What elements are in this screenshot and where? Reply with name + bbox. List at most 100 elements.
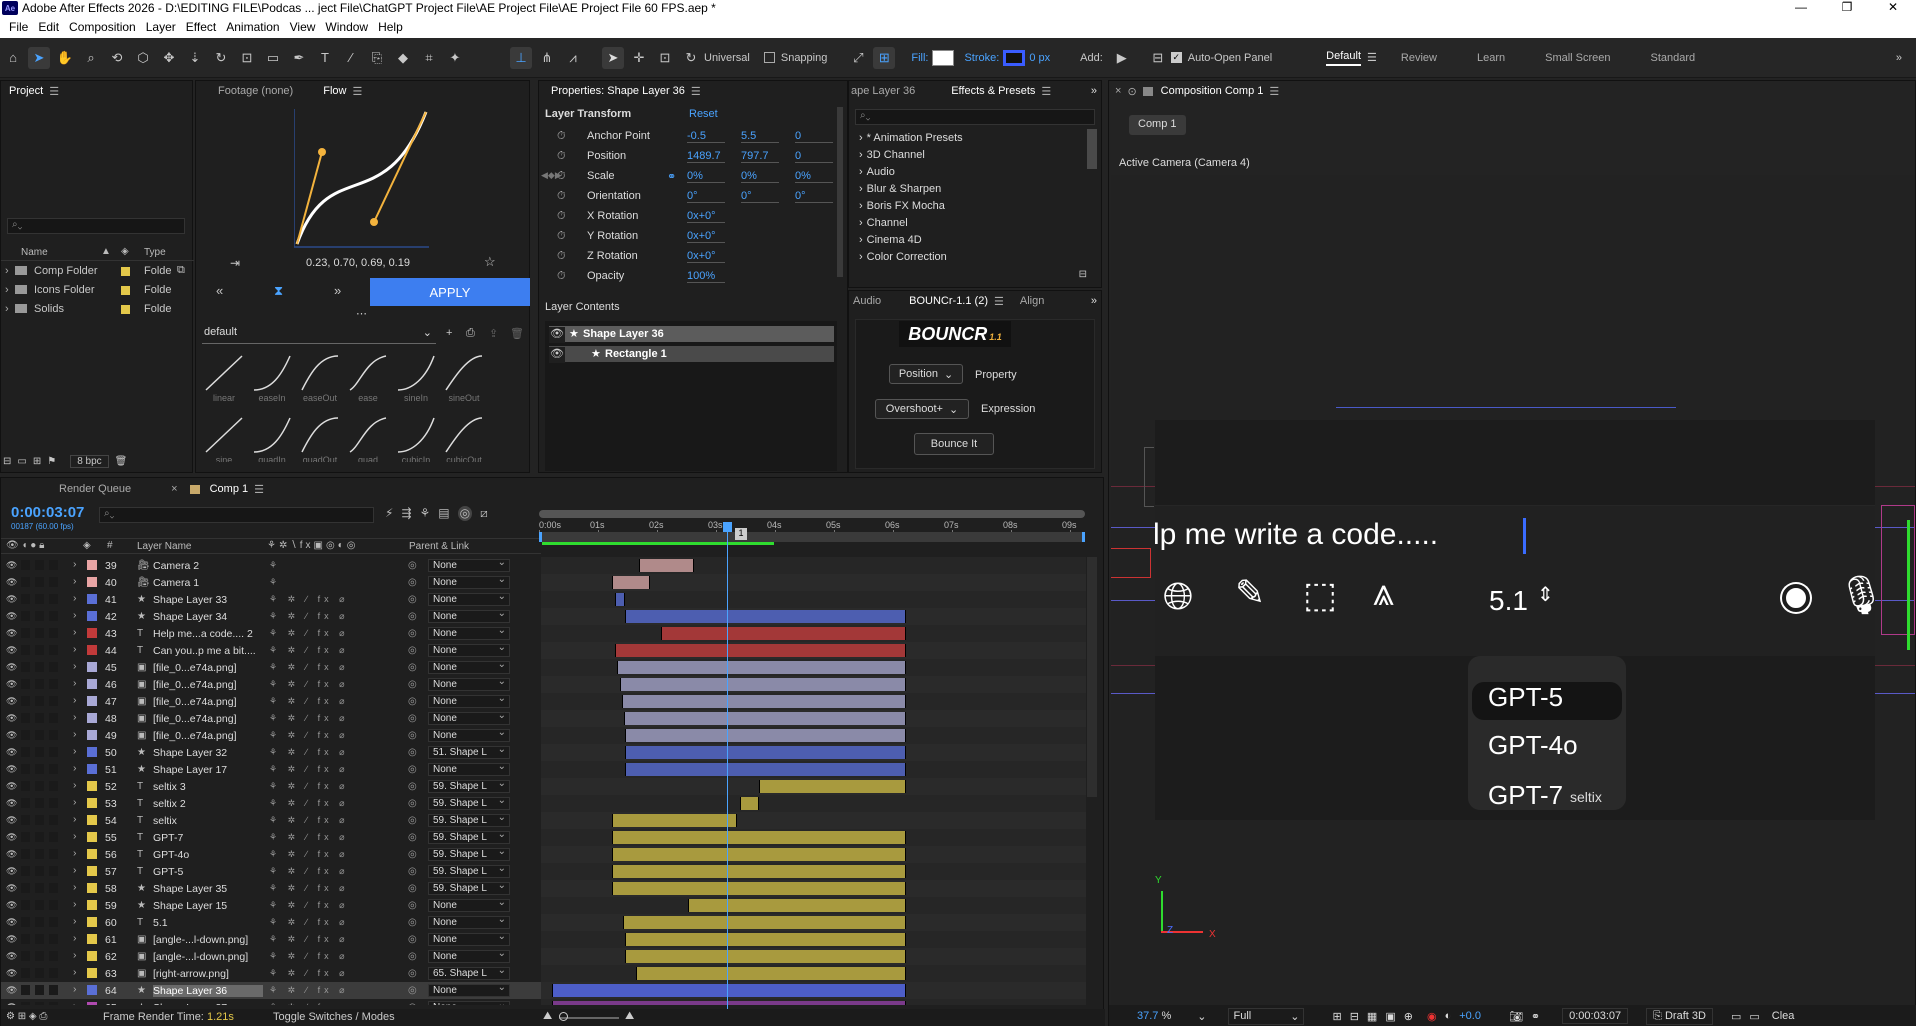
layer-duration-bar[interactable] <box>625 950 907 963</box>
layer-row[interactable]: 👁︎ › 50 ★ Shape Layer 32 ⚘ ✲ ∕ fx ⌀ ◎ 51. Shape… <box>1 744 1086 761</box>
solo-box[interactable] <box>21 815 30 825</box>
eye-icon[interactable]: 👁︎ <box>6 628 17 639</box>
layer-duration-bar[interactable] <box>617 661 907 674</box>
solo-box[interactable] <box>21 594 30 604</box>
layer-name[interactable]: [file_0...e74a.png] <box>153 679 263 691</box>
easing-curve[interactable] <box>444 354 484 392</box>
apply-button[interactable]: APPLY <box>370 278 530 306</box>
layer-switches[interactable]: ⚘ ✲ ∕ fx ⌀ <box>269 934 349 945</box>
label-swatch[interactable] <box>87 764 97 774</box>
panel-menu-icon[interactable]: ☰ <box>254 483 264 496</box>
lock-box[interactable] <box>35 934 44 944</box>
exposure-icon[interactable]: ◐ <box>1445 1010 1452 1022</box>
layer-name[interactable]: Shape Layer 33 <box>153 594 263 606</box>
shy-box[interactable] <box>49 764 58 774</box>
pickwhip-icon[interactable]: ◎ <box>408 764 417 775</box>
layer-switches[interactable]: ⚘ ✲ ∕ fx ⌀ <box>269 849 349 860</box>
lock-box[interactable] <box>35 662 44 672</box>
expand-icon[interactable]: › <box>73 881 77 893</box>
effects-item[interactable]: › Boris FX Mocha <box>849 197 1089 214</box>
solo-box[interactable] <box>21 730 30 740</box>
lock-box[interactable] <box>35 985 44 995</box>
layer-name[interactable]: Shape Layer 35 <box>153 883 263 895</box>
panel-menu-icon[interactable]: ☰ <box>352 85 362 98</box>
solo-box[interactable] <box>21 696 30 706</box>
new-comp-icon[interactable]: ⊞ <box>33 456 41 467</box>
current-timecode[interactable]: 0:00:03:07 <box>11 504 84 521</box>
label-swatch[interactable] <box>87 781 97 791</box>
pickwhip-icon[interactable]: ◎ <box>408 747 417 758</box>
stopwatch-icon[interactable]: ⏱︎ <box>557 130 566 143</box>
pickwhip-icon[interactable]: ◎ <box>408 798 417 809</box>
parent-select[interactable]: None <box>428 999 510 1005</box>
label-swatch[interactable] <box>87 611 97 621</box>
property-row[interactable]: ⏱︎ ◀◆▶ ⚭ Scale 0% 0% 0% <box>539 168 839 186</box>
layer-name[interactable]: [angle-...l-down.png] <box>153 951 263 963</box>
layer-name[interactable]: Shape Layer 15 <box>153 900 263 912</box>
parent-select[interactable]: 59. Shape L <box>428 778 510 793</box>
pickwhip-icon[interactable]: ◎ <box>408 900 417 911</box>
property-value-3[interactable]: 0 <box>795 150 833 163</box>
eye-icon[interactable]: 👁︎ <box>6 764 17 775</box>
lock-box[interactable] <box>35 781 44 791</box>
effects-item[interactable]: › Color Correction <box>849 248 1089 265</box>
shy-box[interactable] <box>49 917 58 927</box>
shy-box[interactable] <box>49 730 58 740</box>
close-icon[interactable]: ✕ <box>1870 0 1916 14</box>
layer-duration-bar[interactable] <box>614 593 626 606</box>
parent-select[interactable]: None <box>428 982 510 997</box>
overflow-icon[interactable]: » <box>1091 295 1097 307</box>
layer-row[interactable]: 👁︎ › 44 T Can you..p me a bit.... ⚘ ✲ ∕ fx ⌀ ◎… <box>1 642 1086 659</box>
solo-box[interactable] <box>21 883 30 893</box>
eye-icon[interactable]: 👁︎ <box>6 968 17 979</box>
layer-row[interactable]: 👁︎ › 63 ▣ [right-arrow.png] ⚘ ✲ ∕ fx ⌀ ◎ 65. Sh… <box>1 965 1086 982</box>
delete-icon[interactable]: 🗑 <box>510 327 524 340</box>
layer-row[interactable]: 👁︎ › 46 ▣ [file_0...e74a.png] ⚘ ✲ ∕ fx ⌀ ◎ None <box>1 676 1086 693</box>
eye-icon[interactable]: 👁︎ <box>6 832 17 843</box>
parent-select[interactable]: 59. Shape L <box>428 795 510 810</box>
export-icon[interactable]: ⇪ <box>489 327 498 340</box>
tab-align[interactable]: Align <box>1020 295 1044 307</box>
bezier-curve-graph[interactable] <box>294 109 429 249</box>
selection-mode-icon[interactable]: ➤ <box>602 46 624 69</box>
expand-icon[interactable]: › <box>73 949 77 961</box>
tab-render-queue[interactable]: Render Queue <box>59 483 131 495</box>
property-value-1[interactable]: 0x+0° <box>687 250 725 263</box>
label-swatch[interactable] <box>87 798 97 808</box>
easing-curve[interactable] <box>204 354 244 392</box>
stopwatch-icon[interactable]: ⏱︎ <box>557 250 566 263</box>
expand-icon[interactable]: › <box>73 762 77 774</box>
overshoot-select[interactable]: Overshoot+ ⌄ <box>875 399 969 419</box>
layer-switches[interactable]: ⚘ ✲ ∕ fx ⌀ <box>269 764 349 775</box>
snapshot-icon[interactable]: 📷︎ <box>1509 1010 1523 1023</box>
eye-icon[interactable]: 👁︎ <box>6 577 17 588</box>
parent-select[interactable]: None <box>428 625 510 640</box>
label-swatch[interactable] <box>87 985 97 995</box>
list-item[interactable]: › Comp Folder Folde ⧉ <box>1 263 194 281</box>
lock-box[interactable] <box>35 968 44 978</box>
solo-box[interactable] <box>21 611 30 621</box>
parent-select[interactable]: None <box>428 693 510 708</box>
easing-curve[interactable] <box>348 354 388 392</box>
stroke-width[interactable]: 0 px <box>1029 52 1050 64</box>
expand-icon[interactable]: › <box>73 558 77 570</box>
expand-icon[interactable]: › <box>73 575 77 587</box>
guide-icon[interactable]: ⊕ <box>1404 1010 1413 1023</box>
layer-switches[interactable]: ⚘ ✲ ∕ fx ⌀ <box>269 883 349 894</box>
graph-editor-icon[interactable]: ⧄ <box>480 506 488 521</box>
type-tool-icon[interactable]: T <box>314 47 336 69</box>
layer-row[interactable]: 👁︎ › 62 ▣ [angle-...l-down.png] ⚘ ✲ ∕ fx ⌀ ◎ No… <box>1 948 1086 965</box>
solo-box[interactable] <box>21 866 30 876</box>
shy-box[interactable] <box>49 1002 58 1005</box>
layer-duration-bar[interactable] <box>621 695 907 708</box>
easing-curve[interactable] <box>348 416 388 454</box>
expand-icon[interactable]: › <box>73 932 77 944</box>
layer-duration-bar[interactable] <box>622 916 907 929</box>
label-swatch[interactable] <box>87 747 97 757</box>
workspace-menu-icon[interactable]: ☰ <box>1367 51 1377 64</box>
layer-duration-bar[interactable] <box>688 899 907 912</box>
layer-row[interactable]: 👁︎ › 41 ★ Shape Layer 33 ⚘ ✲ ∕ fx ⌀ ◎ None <box>1 591 1086 608</box>
layer-duration-bar[interactable] <box>611 576 650 589</box>
panel-menu-icon[interactable]: ☰ <box>1269 85 1279 98</box>
label-swatch[interactable] <box>87 832 97 842</box>
